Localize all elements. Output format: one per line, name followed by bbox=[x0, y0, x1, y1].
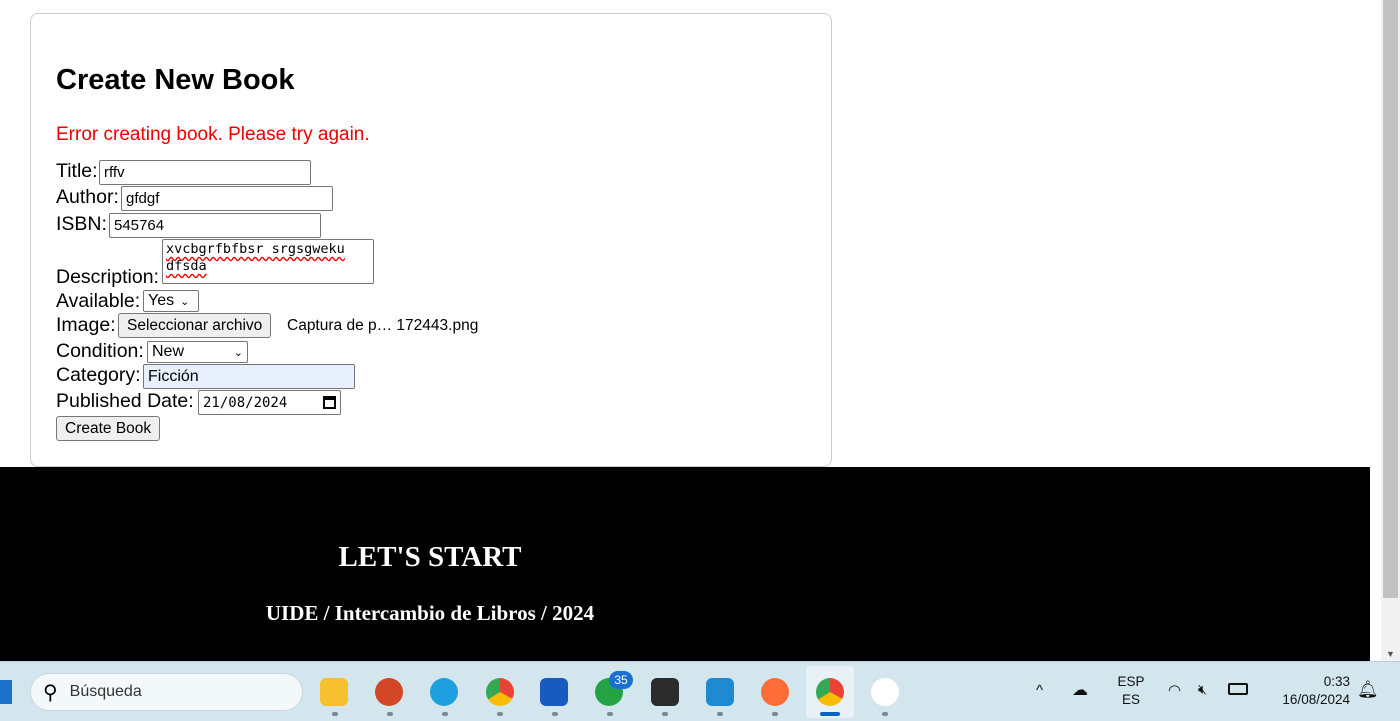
onedrive-icon[interactable]: ☁ bbox=[1072, 680, 1088, 700]
isbn-input[interactable]: 545764 bbox=[109, 213, 321, 238]
author-label: Author: bbox=[56, 186, 119, 208]
wifi-icon[interactable]: ◠ bbox=[1168, 681, 1181, 699]
postman-icon[interactable] bbox=[761, 678, 789, 706]
terminal-icon[interactable] bbox=[651, 678, 679, 706]
taskbar: ⚲ Búsqueda 35 ^ ☁ ESP ES ◠ 🔇︎ 0:33 16/08/2… bbox=[0, 661, 1400, 721]
description-label: Description: bbox=[56, 266, 159, 288]
description-textarea[interactable]: xvcbgrfbfbsr srgsgweku dfsda bbox=[162, 239, 374, 284]
published-date-input[interactable]: 21/08/2024 bbox=[198, 390, 341, 415]
powerpoint-icon[interactable] bbox=[375, 678, 403, 706]
windows-start-icon[interactable] bbox=[0, 680, 12, 704]
title-label: Title: bbox=[56, 160, 98, 182]
isbn-label: ISBN: bbox=[56, 213, 107, 235]
published-date-label: Published Date: bbox=[56, 390, 194, 412]
word-icon[interactable] bbox=[540, 678, 568, 706]
available-select[interactable]: Yes ⌄ bbox=[143, 290, 199, 312]
clock[interactable]: 0:33 16/08/2024 bbox=[1266, 674, 1350, 707]
chevron-down-icon: ⌄ bbox=[233, 346, 243, 359]
footer-heading: LET'S START bbox=[338, 541, 522, 573]
mongodb-compass-icon[interactable] bbox=[871, 678, 899, 706]
chevron-down-icon: ⌄ bbox=[180, 295, 190, 308]
chevron-up-icon[interactable]: ^ bbox=[1036, 682, 1043, 699]
author-input[interactable]: gfdgf bbox=[121, 186, 333, 211]
footer-subtitle: UIDE / Intercambio de Libros / 2024 bbox=[265, 601, 595, 625]
vscode-icon[interactable] bbox=[706, 678, 734, 706]
available-label: Available: bbox=[56, 290, 141, 312]
create-book-card: Create New Book Error creating book. Ple… bbox=[30, 13, 832, 467]
chrome-profile-icon[interactable] bbox=[816, 678, 844, 706]
search-icon: ⚲ bbox=[43, 681, 58, 704]
language-indicator[interactable]: ESP ES bbox=[1116, 674, 1146, 707]
file-explorer-icon[interactable] bbox=[320, 678, 348, 706]
selected-file-name: Captura de p… 172443.png bbox=[287, 317, 479, 334]
choose-file-button[interactable]: Seleccionar archivo bbox=[118, 313, 272, 338]
notifications-bell-icon[interactable]: 🔔︎ bbox=[1357, 680, 1379, 700]
chrome-icon[interactable] bbox=[486, 678, 514, 706]
edge-icon[interactable] bbox=[430, 678, 458, 706]
volume-muted-icon[interactable]: 🔇︎ bbox=[1198, 681, 1207, 698]
scrollbar-thumb[interactable] bbox=[1383, 0, 1398, 598]
calendar-icon bbox=[323, 396, 336, 409]
vertical-scrollbar[interactable]: ▼ bbox=[1381, 0, 1400, 661]
taskbar-search[interactable]: ⚲ Búsqueda bbox=[30, 673, 303, 711]
category-input[interactable]: Ficción bbox=[143, 364, 355, 389]
error-message: Error creating book. Please try again. bbox=[56, 124, 370, 145]
whatsapp-badge: 35 bbox=[609, 671, 633, 689]
condition-label: Condition: bbox=[56, 340, 144, 362]
category-label: Category: bbox=[56, 364, 141, 386]
page-title: Create New Book bbox=[56, 64, 295, 96]
scroll-down-icon[interactable]: ▼ bbox=[1386, 649, 1395, 659]
title-input[interactable]: rffv bbox=[99, 160, 311, 185]
footer: LET'S START UIDE / Intercambio de Libros… bbox=[0, 467, 1370, 661]
battery-icon[interactable] bbox=[1228, 683, 1248, 695]
create-book-button[interactable]: Create Book bbox=[56, 416, 161, 441]
image-label: Image: bbox=[56, 314, 116, 336]
condition-select[interactable]: New ⌄ bbox=[147, 341, 248, 363]
